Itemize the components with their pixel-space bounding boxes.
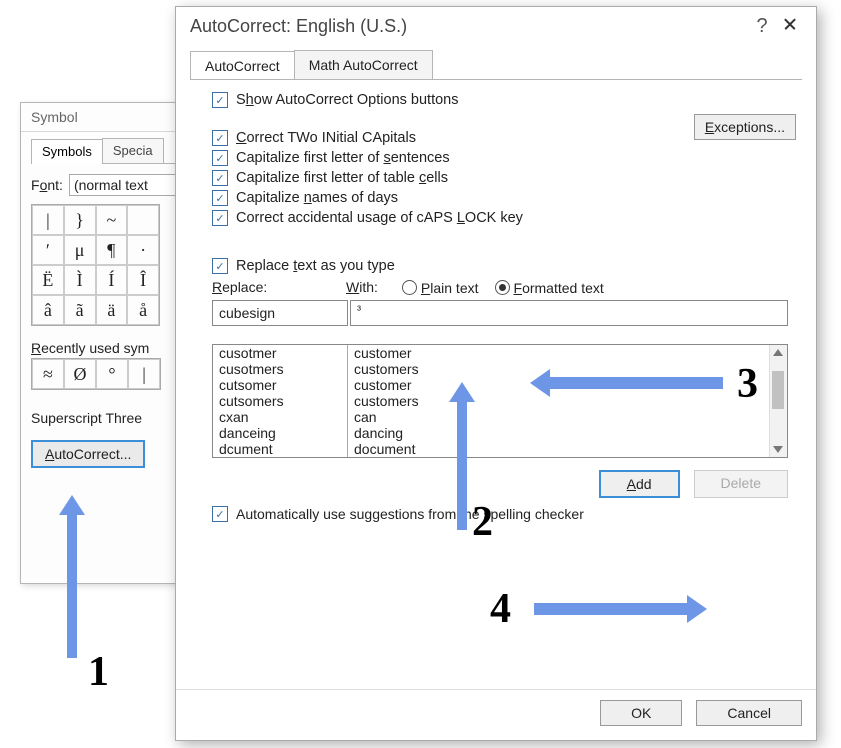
dialog-titlebar: AutoCorrect: English (U.S.) ? xyxy=(176,7,816,48)
annotation-number-3: 3 xyxy=(737,360,758,408)
tab-special-characters[interactable]: Specia xyxy=(102,138,164,163)
char-cell[interactable]: Î xyxy=(127,265,159,295)
add-button[interactable]: Add xyxy=(599,470,680,498)
cancel-button[interactable]: Cancel xyxy=(696,700,802,726)
list-item[interactable]: cutsomerscustomers xyxy=(213,393,769,409)
font-label: Font: xyxy=(31,177,63,193)
with-label: With: xyxy=(346,279,378,295)
checkbox-icon xyxy=(212,92,228,108)
recent-cell[interactable]: ≈ xyxy=(32,359,64,389)
exceptions-button[interactable]: Exceptions... xyxy=(694,114,796,140)
scroll-thumb[interactable] xyxy=(772,371,784,409)
char-cell[interactable]: Í xyxy=(96,265,128,295)
ac-tabs: AutoCorrect Math AutoCorrect xyxy=(176,48,816,79)
correct-caps-lock-checkbox[interactable]: Correct accidental usage of cAPS LOCK ke… xyxy=(212,210,802,226)
char-cell[interactable] xyxy=(127,205,159,235)
plain-text-radio[interactable]: Plain text xyxy=(402,278,479,296)
list-item[interactable]: cusotmerscustomers xyxy=(213,361,769,377)
replace-label: Replace: xyxy=(212,279,322,295)
char-cell[interactable]: | xyxy=(32,205,64,235)
list-scrollbar[interactable] xyxy=(769,345,787,457)
char-cell[interactable]: · xyxy=(127,235,159,265)
capitalize-sentences-checkbox[interactable]: Capitalize first letter of sentences xyxy=(212,150,802,166)
with-input[interactable]: ³ xyxy=(350,300,788,326)
char-cell[interactable]: å xyxy=(127,295,159,325)
list-item[interactable]: cusotmercustomer xyxy=(213,345,769,361)
ok-button[interactable]: OK xyxy=(600,700,682,726)
recent-cell[interactable]: ° xyxy=(96,359,128,389)
capitalize-days-checkbox[interactable]: Capitalize names of days xyxy=(212,190,802,206)
checkbox-icon xyxy=(212,130,228,146)
dialog-footer: OK Cancel xyxy=(176,689,816,740)
char-cell[interactable]: ʹ xyxy=(32,235,64,265)
capitalize-table-cells-checkbox[interactable]: Capitalize first letter of table cells xyxy=(212,170,802,186)
autocorrect-list[interactable]: cusotmercustomer cusotmerscustomers cuts… xyxy=(212,344,788,458)
annotation-arrow-3 xyxy=(548,377,723,389)
replace-text-checkbox[interactable]: Replace text as you type xyxy=(212,258,802,274)
tab-math-autocorrect[interactable]: Math AutoCorrect xyxy=(294,50,433,79)
checkbox-icon xyxy=(212,170,228,186)
checkbox-icon xyxy=(212,190,228,206)
tab-symbols[interactable]: Symbols xyxy=(31,139,103,164)
char-cell[interactable]: â xyxy=(32,295,64,325)
list-item[interactable]: dcumentdocument xyxy=(213,441,769,457)
recent-grid[interactable]: ≈ Ø ° | xyxy=(31,358,161,390)
autocorrect-button[interactable]: AutoCorrect... xyxy=(31,440,145,468)
show-options-checkbox[interactable]: Show AutoCorrect Options buttons xyxy=(212,92,802,108)
char-cell[interactable]: ¶ xyxy=(96,235,128,265)
help-icon[interactable]: ? xyxy=(748,15,776,38)
char-cell[interactable]: } xyxy=(64,205,96,235)
char-cell[interactable]: ä xyxy=(96,295,128,325)
annotation-arrow-2 xyxy=(457,400,467,530)
recent-cell[interactable]: | xyxy=(128,359,160,389)
char-cell[interactable]: μ xyxy=(64,235,96,265)
char-cell[interactable]: Ё xyxy=(32,265,64,295)
annotation-number-1: 1 xyxy=(88,648,109,696)
checkbox-icon xyxy=(212,506,228,522)
annotation-number-2: 2 xyxy=(472,498,493,546)
list-item[interactable]: cxancan xyxy=(213,409,769,425)
scroll-down-icon[interactable] xyxy=(773,446,783,453)
char-cell[interactable]: Ì xyxy=(64,265,96,295)
formatted-text-radio[interactable]: Formatted text xyxy=(495,278,604,296)
annotation-arrow-1 xyxy=(67,513,77,658)
dialog-title: AutoCorrect: English (U.S.) xyxy=(190,16,748,37)
char-cell[interactable]: ã xyxy=(64,295,96,325)
checkbox-icon xyxy=(212,210,228,226)
list-item[interactable]: danceingdancing xyxy=(213,425,769,441)
annotation-arrow-4 xyxy=(534,603,689,615)
delete-button: Delete xyxy=(694,470,788,498)
replace-input[interactable]: cubesign xyxy=(212,300,348,326)
recent-cell[interactable]: Ø xyxy=(64,359,96,389)
annotation-number-4: 4 xyxy=(490,585,511,633)
tab-autocorrect[interactable]: AutoCorrect xyxy=(190,51,295,80)
char-cell[interactable]: ~ xyxy=(96,205,128,235)
auto-suggest-checkbox[interactable]: Automatically use suggestions from the s… xyxy=(212,506,802,522)
scroll-up-icon[interactable] xyxy=(773,349,783,356)
character-grid[interactable]: | } ~ ʹ μ ¶ · Ё Ì Í Î â ã ä å xyxy=(31,204,160,326)
checkbox-icon xyxy=(212,150,228,166)
close-icon[interactable] xyxy=(776,15,804,38)
checkbox-icon xyxy=(212,258,228,274)
